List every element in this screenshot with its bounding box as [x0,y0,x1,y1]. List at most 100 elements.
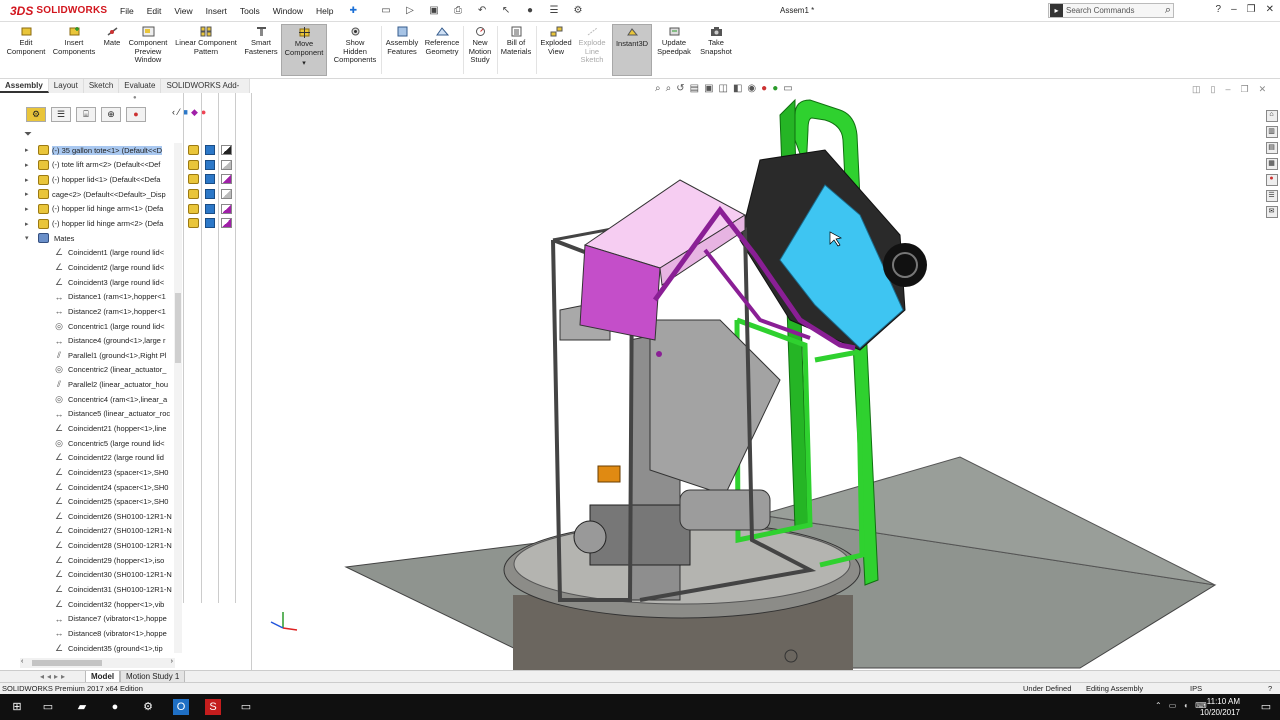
scrollbar-thumb[interactable] [175,293,181,363]
filter-icon[interactable]: ⏷ [24,129,32,140]
expand-arrow-icon[interactable]: ▸ [25,205,29,213]
undo-icon[interactable]: ↶ [475,5,489,16]
component-preview-window-button[interactable]: Component Preview Window [125,26,171,65]
hopper-funnel[interactable] [649,319,781,496]
menu-window[interactable]: Window [273,6,303,16]
notifications-icon[interactable]: ▭ [1258,699,1274,715]
menu-help[interactable]: Help [316,6,333,16]
dynamic-annotation-icon[interactable]: ▣ [704,83,713,94]
tree-vertical-scrollbar[interactable] [174,143,182,653]
tree-mate-row[interactable]: ⫽ Parallel2 (linear_actuator_hou [0,377,182,392]
status-units[interactable]: IPS [1190,684,1202,693]
taskbar-clock[interactable]: 11:10 AM 10/20/2017 [1200,696,1240,718]
display-mode-icon[interactable] [205,218,215,229]
save-icon[interactable]: ▣ [427,5,441,16]
search-icon[interactable]: ⌕ [1165,4,1171,17]
menu-file[interactable]: File [120,6,134,16]
display-mode-icon[interactable] [205,159,215,170]
tree-mate-row[interactable]: ↔ Distance2 (ram<1>,hopper<1 [0,304,182,319]
section-view-icon[interactable]: ▤ [690,83,699,94]
status-help-icon[interactable]: ? [1268,684,1272,693]
tree-mate-row[interactable]: ∠ Coincident23 (spacer<1>,SH0 [0,465,182,480]
tray-chevron-icon[interactable]: ⌃ [1155,701,1162,710]
viewport-close-icon[interactable]: ✕ [1259,84,1267,95]
tree-component-row[interactable]: ▸ (-) hopper lid hinge arm<1> (Defa [0,202,182,217]
display-mode-icon[interactable] [205,203,215,214]
viewport-restore-icon[interactable]: ❐ [1240,84,1248,95]
pin-icon[interactable]: ✚ [349,5,357,16]
insert-components-button[interactable]: Insert Components [50,26,98,56]
tree-component-row[interactable]: ▸ (-) 35 gallon tote<1> (Default<<D [0,143,182,158]
tree-mates-folder[interactable]: ▾ Mates [0,231,182,246]
solidworks-taskbar-icon[interactable]: S [205,699,221,715]
minimize-icon[interactable]: – [1231,4,1237,15]
tab-solidworks-addins[interactable]: SOLIDWORKS Add-Ins [161,79,250,102]
collapse-arrow-icon[interactable]: ▾ [25,234,29,242]
network-icon[interactable]: ▭ [1169,701,1177,710]
appearance-swatch-icon[interactable] [221,174,232,185]
property-manager-tab-icon[interactable]: ☰ [51,107,71,122]
vibrator[interactable] [597,465,621,483]
take-snapshot-button[interactable]: Take Snapshot [696,26,736,56]
tree-mate-row[interactable]: ↔ Distance8 (vibrator<1>,hoppe [0,626,182,641]
appearance-swatch-icon[interactable] [221,159,232,170]
apply-scene-icon[interactable]: ● [772,83,778,94]
search-input[interactable]: Search Commands [1066,6,1134,15]
viewport-minimize-icon[interactable]: – [1225,84,1230,95]
design-library-icon[interactable]: ▤ [1265,142,1278,154]
tree-mate-row[interactable]: ∠ Coincident35 (ground<1>,tip [0,641,182,656]
tree-component-row[interactable]: ▸ (-) tote lift arm<2> (Default<<Def [0,158,182,173]
collapse-arrow-icon[interactable]: ‹ [172,107,175,118]
forum-icon[interactable]: ✉ [1265,206,1278,218]
close-icon[interactable]: ✕ [1266,4,1274,15]
tab-sketch[interactable]: Sketch [83,79,120,93]
expand-arrow-icon[interactable]: ▸ [25,176,29,184]
expand-arrow-icon[interactable]: ▸ [25,146,29,154]
help-icon[interactable]: ? [1216,4,1222,15]
previous-view-icon[interactable]: ↺ [676,83,684,94]
hide-show-icon[interactable] [188,203,199,214]
view-orientation-icon[interactable]: ◫ [719,83,728,94]
chevron-down-icon[interactable]: ▾ [282,60,326,69]
display-manager-tab-icon[interactable]: ● [126,107,146,122]
display-mode-icon[interactable] [205,188,215,199]
tote-wheel[interactable] [883,243,927,287]
volume-icon[interactable]: ◖ [1183,701,1188,710]
menu-edit[interactable]: Edit [147,6,162,16]
edge-display-icon[interactable]: ⁄ [178,107,180,118]
tree-mate-row[interactable]: ∠ Coincident32 (hopper<1>,vib [0,597,182,612]
custom-properties-icon[interactable]: ☰ [1265,190,1278,202]
app-icon[interactable]: ⚙ [140,699,156,715]
hide-show-icon[interactable] [188,174,199,185]
update-speedpak-button[interactable]: Update Speedpak [655,26,693,56]
graphics-area[interactable] [253,79,1263,670]
view-settings-icon[interactable]: ▭ [783,83,792,94]
smart-fasteners-button[interactable]: Smart Fasteners [243,26,279,56]
tree-mate-row[interactable]: ∠ Coincident27 (SH0100-12R1-N [0,524,182,539]
hide-show-icon[interactable] [188,218,199,229]
show-hidden-components-button[interactable]: Show Hidden Components [331,26,379,65]
explode-line-sketch-button[interactable]: Explode Line Sketch [575,26,609,65]
tree-mate-row[interactable]: ◎ Concentric2 (linear_actuator_ [0,363,182,378]
instant3d-button[interactable]: Instant3D [612,24,652,76]
edit-component-button[interactable]: Edit Component [4,26,48,56]
appearance-swatch-icon[interactable] [221,188,232,199]
file-properties-icon[interactable]: ☰ [547,5,561,16]
feature-manager-tab-icon[interactable]: ⚙ [26,107,46,122]
dimxpert-manager-tab-icon[interactable]: ⊕ [101,107,121,122]
hide-show-icon[interactable] [188,145,199,155]
print-icon[interactable]: ⎙ [451,5,465,16]
appearances-icon[interactable]: ● [1265,174,1278,186]
windows-start-icon[interactable]: ⊞ [9,699,25,715]
assembly-model-canvas[interactable] [253,79,1263,670]
linear-actuator[interactable] [679,489,771,531]
appearance-swatch-icon[interactable] [221,145,232,155]
tree-mate-row[interactable]: ◎ Concentric4 (ram<1>,linear_a [0,392,182,407]
move-component-button[interactable]: Move Component ▾ [281,24,327,76]
tree-mate-row[interactable]: ↔ Distance1 (ram<1>,hopper<1 [0,289,182,304]
zoom-to-fit-icon[interactable]: ⌕ [655,83,661,94]
linear-component-pattern-button[interactable]: Linear Component Pattern [174,26,238,56]
tree-mate-row[interactable]: ∠ Coincident1 (large round lid< [0,245,182,260]
restore-icon[interactable]: ❐ [1247,4,1256,15]
edit-appearance-icon[interactable]: ● [761,83,767,94]
